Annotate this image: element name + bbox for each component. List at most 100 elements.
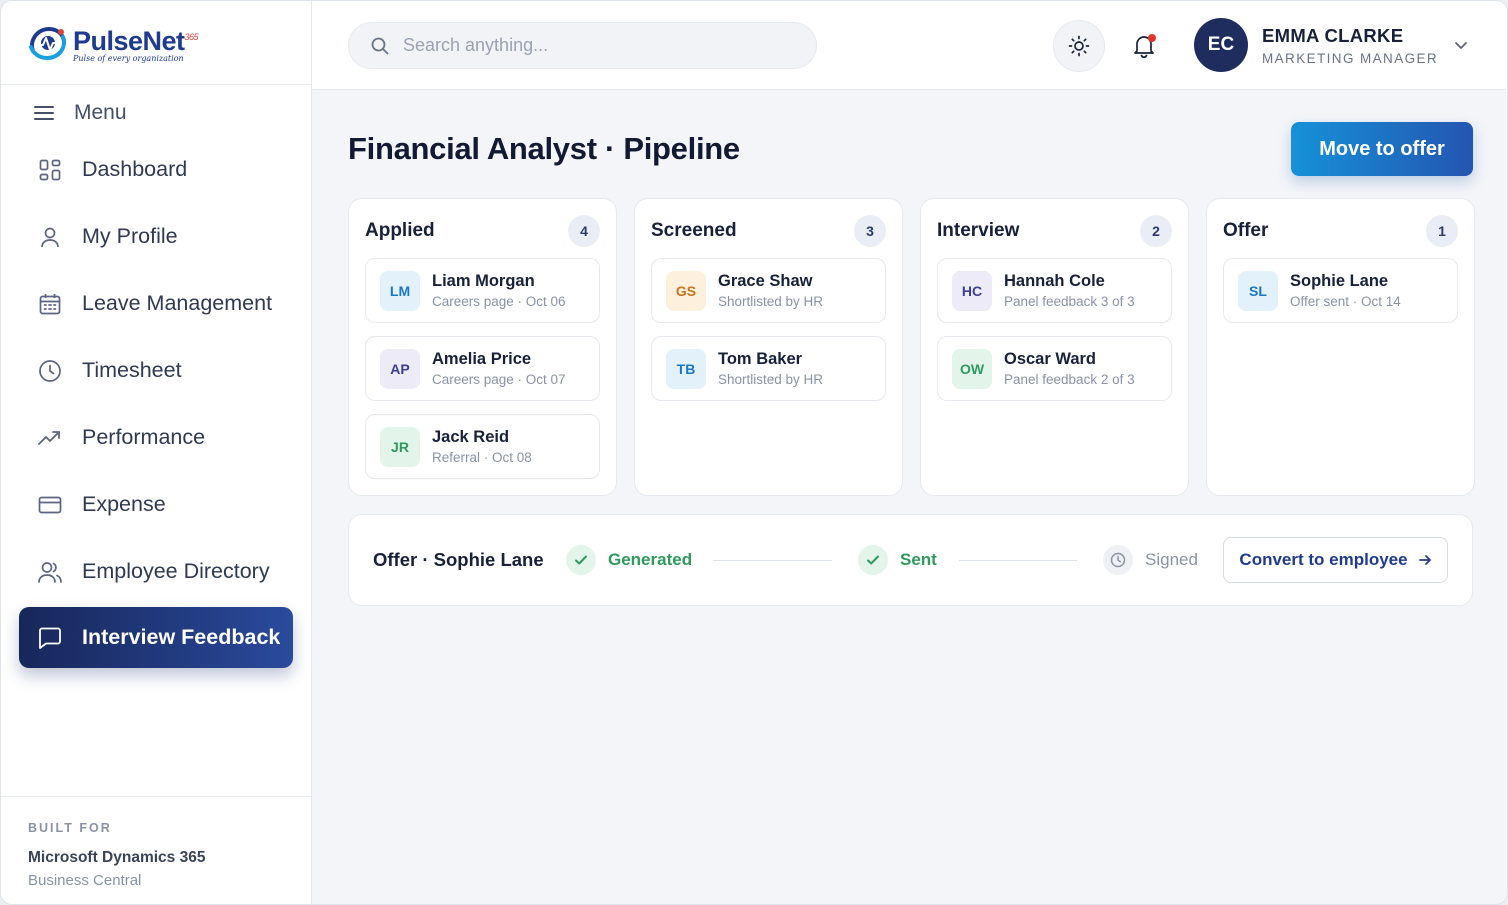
brand-name: PulseNet365 bbox=[73, 25, 199, 56]
candidate-name: Grace Shaw bbox=[718, 272, 813, 290]
candidate-avatar: TB bbox=[666, 348, 706, 389]
candidate-meta: Shortlisted by HR bbox=[718, 372, 824, 387]
sidebar-item-label: My Profile bbox=[82, 224, 178, 248]
candidate-meta: Shortlisted by HR bbox=[718, 294, 824, 309]
column-title: Interview bbox=[937, 220, 1020, 241]
candidate-name: Jack Reid bbox=[432, 428, 510, 446]
arrow-right-icon bbox=[1418, 555, 1431, 565]
column-title: Offer bbox=[1223, 220, 1269, 241]
column-title: Screened bbox=[651, 220, 737, 241]
offer-progress-panel: Offer · Sophie Lane Generated Sent Signe… bbox=[348, 514, 1473, 606]
users-icon bbox=[37, 559, 63, 585]
candidate-card[interactable]: SL Sophie Lane Offer sent · Oct 14 bbox=[1223, 258, 1458, 323]
check-icon bbox=[867, 555, 879, 565]
check-icon bbox=[575, 555, 587, 565]
sidebar-item-label: Employee Directory bbox=[82, 559, 270, 583]
calendar-icon bbox=[37, 291, 63, 317]
candidate-meta: Careers page · Oct 06 bbox=[432, 294, 566, 309]
candidate-avatar: SL bbox=[1238, 270, 1278, 311]
offer-title: Offer · Sophie Lane bbox=[373, 549, 544, 570]
candidate-card[interactable]: HC Hannah Cole Panel feedback 3 of 3 bbox=[937, 258, 1172, 323]
pipeline-column-offer: Offer 1 SL Sophie Lane Offer sent · Oct 1… bbox=[1206, 198, 1475, 496]
offer-step-signed: Signed bbox=[1103, 545, 1198, 575]
step-label: Sent bbox=[900, 550, 937, 569]
brand-suffix: 365 bbox=[184, 31, 199, 42]
message-icon bbox=[37, 625, 63, 651]
user-name: EMMA CLARKE bbox=[1262, 25, 1404, 46]
sidebar-item-employee-directory[interactable]: Employee Directory bbox=[1, 538, 311, 605]
avatar[interactable]: EC bbox=[1194, 18, 1248, 72]
search-icon bbox=[371, 37, 389, 54]
hamburger-icon bbox=[34, 106, 54, 120]
pipeline-column-interview: Interview 2 HC Hannah Cole Panel feedback… bbox=[920, 198, 1189, 496]
pipeline-board: Applied 4 LM Liam Morgan Careers page · O… bbox=[348, 198, 1475, 496]
sidebar-item-label: Expense bbox=[82, 492, 166, 516]
sidebar-item-expense[interactable]: Expense bbox=[1, 471, 311, 538]
built-for-label: BUILT FOR bbox=[28, 821, 112, 835]
sidebar-item-performance[interactable]: Performance bbox=[1, 404, 311, 471]
candidate-name: Tom Baker bbox=[718, 350, 803, 368]
convert-to-employee-button[interactable]: Convert to employee bbox=[1223, 537, 1448, 583]
column-count-badge: 3 bbox=[854, 215, 886, 247]
sidebar: PulseNet365 Pulse of every organization … bbox=[1, 1, 312, 904]
built-for-panel: BUILT FOR Microsoft Dynamics 365 Busines… bbox=[1, 796, 311, 904]
sidebar-item-label: Performance bbox=[82, 425, 206, 449]
offer-step-generated: Generated bbox=[566, 545, 692, 575]
pipeline-column-screened: Screened 3 GS Grace Shaw Shortlisted by H… bbox=[634, 198, 903, 496]
logo[interactable]: PulseNet365 Pulse of every organization bbox=[1, 1, 311, 85]
column-title: Applied bbox=[365, 220, 435, 241]
move-to-offer-button[interactable]: Move to offer bbox=[1291, 122, 1473, 176]
pulsenet-logo-icon bbox=[27, 23, 69, 63]
user-icon bbox=[37, 224, 63, 250]
brand-tagline: Pulse of every organization bbox=[73, 53, 184, 63]
sidebar-item-my-profile[interactable]: My Profile bbox=[1, 203, 311, 270]
pipeline-column-applied: Applied 4 LM Liam Morgan Careers page · O… bbox=[348, 198, 617, 496]
top-header: Search anything... EC EMMA CLARKE MARKET… bbox=[312, 1, 1507, 90]
candidate-meta: Careers page · Oct 07 bbox=[432, 372, 566, 387]
candidate-card[interactable]: TB Tom Baker Shortlisted by HR bbox=[651, 336, 886, 401]
notifications-button[interactable] bbox=[1118, 20, 1170, 72]
step-label: Signed bbox=[1145, 550, 1198, 569]
candidate-name: Amelia Price bbox=[432, 350, 532, 368]
candidate-meta: Panel feedback 2 of 3 bbox=[1004, 372, 1135, 387]
step-connector bbox=[713, 560, 832, 561]
sidebar-item-label: Interview Feedback bbox=[82, 625, 281, 649]
sidebar-item-interview-feedback[interactable]: Interview Feedback bbox=[19, 607, 293, 668]
user-role: MARKETING MANAGER bbox=[1262, 51, 1439, 66]
candidate-card[interactable]: GS Grace Shaw Shortlisted by HR bbox=[651, 258, 886, 323]
candidate-meta: Referral · Oct 08 bbox=[432, 450, 532, 465]
candidate-name: Sophie Lane bbox=[1290, 272, 1389, 290]
candidate-avatar: GS bbox=[666, 270, 706, 311]
card-icon bbox=[37, 492, 63, 518]
sidebar-item-label: Timesheet bbox=[82, 358, 182, 382]
sidebar-item-label: Leave Management bbox=[82, 291, 273, 315]
built-for-edition: Business Central bbox=[28, 872, 142, 889]
sidebar-item-dashboard[interactable]: Dashboard bbox=[1, 136, 311, 203]
dashboard-icon bbox=[37, 157, 63, 183]
sidebar-nav: Dashboard My Profile Leave Management Ti… bbox=[1, 136, 311, 668]
menu-label: Menu bbox=[74, 101, 127, 124]
candidate-meta: Offer sent · Oct 14 bbox=[1290, 294, 1401, 309]
column-count-badge: 1 bbox=[1426, 215, 1458, 247]
theme-toggle-button[interactable] bbox=[1053, 20, 1105, 72]
candidate-avatar: AP bbox=[380, 348, 420, 389]
menu-toggle[interactable]: Menu bbox=[1, 85, 311, 141]
sidebar-item-timesheet[interactable]: Timesheet bbox=[1, 337, 311, 404]
candidate-card[interactable]: OW Oscar Ward Panel feedback 2 of 3 bbox=[937, 336, 1172, 401]
app-window: PulseNet365 Pulse of every organization … bbox=[0, 0, 1508, 905]
sidebar-item-label: Dashboard bbox=[82, 157, 188, 181]
column-count-badge: 2 bbox=[1140, 215, 1172, 247]
candidate-name: Liam Morgan bbox=[432, 272, 535, 290]
candidate-card[interactable]: JR Jack Reid Referral · Oct 08 bbox=[365, 414, 600, 479]
sidebar-item-leave-management[interactable]: Leave Management bbox=[1, 270, 311, 337]
sun-icon bbox=[1068, 35, 1090, 57]
candidate-avatar: JR bbox=[380, 426, 420, 467]
chevron-down-icon[interactable] bbox=[1453, 37, 1469, 53]
candidate-card[interactable]: AP Amelia Price Careers page · Oct 07 bbox=[365, 336, 600, 401]
candidate-card[interactable]: LM Liam Morgan Careers page · Oct 06 bbox=[365, 258, 600, 323]
candidate-avatar: HC bbox=[952, 270, 992, 311]
offer-step-sent: Sent bbox=[858, 545, 937, 575]
search-input[interactable]: Search anything... bbox=[348, 22, 817, 69]
clock-icon bbox=[37, 358, 63, 384]
user-menu[interactable]: EMMA CLARKE MARKETING MANAGER bbox=[1262, 25, 1438, 66]
